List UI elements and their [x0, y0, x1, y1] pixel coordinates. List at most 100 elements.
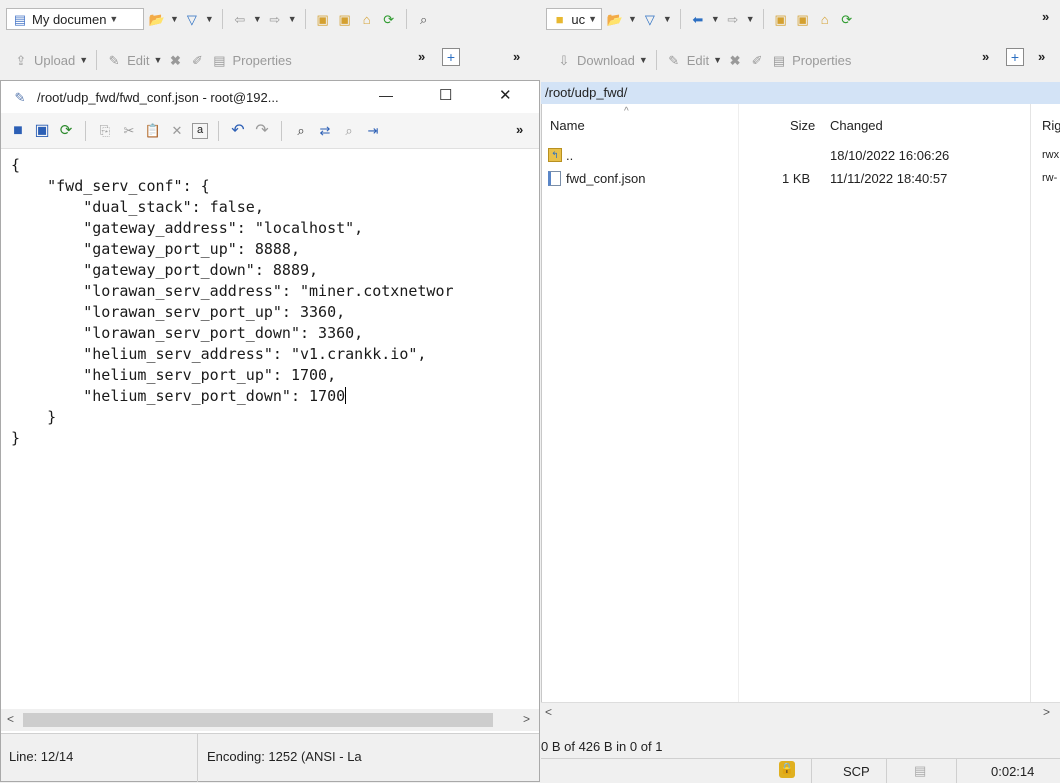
delete-icon[interactable]: ✖: [166, 51, 184, 69]
editor-title-bar[interactable]: ✎ /root/udp_fwd/fwd_conf.json - root@192…: [1, 81, 539, 113]
properties-button[interactable]: Properties: [232, 53, 291, 68]
column-header-name[interactable]: Name: [550, 118, 585, 133]
chevron-down-icon[interactable]: ▼: [639, 55, 648, 65]
new-icon[interactable]: +: [1006, 48, 1024, 66]
paste-icon[interactable]: 📋: [144, 122, 162, 140]
back-icon[interactable]: ⇦: [231, 10, 249, 28]
root-directory-icon[interactable]: ▣: [794, 10, 812, 28]
root-directory-icon[interactable]: ▣: [336, 10, 354, 28]
redo-icon[interactable]: ↷: [253, 122, 271, 140]
chevron-down-icon[interactable]: ▼: [79, 55, 88, 65]
refresh-icon[interactable]: ⟳: [838, 10, 856, 28]
remote-path-bar: /root/udp_fwd/: [541, 82, 1060, 104]
save-all-icon[interactable]: ▣: [33, 122, 51, 140]
go-to-line-icon[interactable]: ⇥: [364, 122, 382, 140]
left-toolbar-overflow-2[interactable]: »: [513, 49, 520, 64]
left-nav-toolbar: ▤ My documen ▼ 📂 ▼ ▽ ▼ ⇦ ▼ ⇨ ▼ ▣ ▣ ⌂ ⟳ ⌕: [6, 6, 433, 32]
forward-icon[interactable]: ⇨: [724, 10, 742, 28]
properties-icon: ▤: [772, 52, 786, 68]
save-icon[interactable]: ■: [9, 122, 27, 140]
code-line: }: [11, 408, 57, 426]
chevron-down-icon[interactable]: ▼: [205, 14, 214, 24]
undo-icon[interactable]: ↶: [229, 122, 247, 140]
download-button[interactable]: Download: [577, 53, 635, 68]
reload-icon[interactable]: ⟳: [57, 122, 75, 140]
properties-button[interactable]: Properties: [792, 53, 851, 68]
file-name: ..: [566, 147, 574, 163]
left-location-combo[interactable]: ▤ My documen ▼: [6, 8, 144, 30]
separator: [655, 50, 657, 70]
edit-button[interactable]: Edit: [127, 53, 149, 68]
chevron-down-icon[interactable]: ▼: [663, 14, 672, 24]
upload-button[interactable]: Upload: [34, 53, 75, 68]
open-folder-icon[interactable]: 📂: [606, 10, 624, 28]
column-header-changed[interactable]: Changed: [830, 118, 883, 133]
minimize-button[interactable]: —: [379, 87, 393, 103]
column-header-rights[interactable]: Rig: [1042, 118, 1060, 133]
right-toolbar-overflow[interactable]: »: [982, 49, 989, 64]
selection-status: 0 B of 426 B in 0 of 1: [541, 739, 663, 754]
find-icon[interactable]: ⌕: [292, 122, 310, 140]
close-button[interactable]: ✕: [499, 86, 512, 104]
maximize-button[interactable]: ☐: [439, 86, 452, 104]
delete-icon[interactable]: ✖: [726, 51, 744, 69]
left-toolbar-overflow[interactable]: »: [418, 49, 425, 64]
status-encoding: Encoding: 1252 (ANSI - La: [207, 749, 362, 764]
rename-icon[interactable]: ✐: [748, 51, 766, 69]
chevron-down-icon[interactable]: ▼: [628, 14, 637, 24]
editor-toolbar-overflow[interactable]: »: [516, 122, 523, 137]
separator: [886, 759, 887, 783]
parent-directory-icon[interactable]: ▣: [772, 10, 790, 28]
remote-horizontal-scrollbar[interactable]: < >: [541, 702, 1060, 722]
chevron-down-icon[interactable]: ▼: [288, 14, 297, 24]
editor-horizontal-scrollbar[interactable]: < >: [1, 709, 539, 731]
scroll-left-icon[interactable]: <: [545, 705, 552, 719]
find-files-icon[interactable]: ⌕: [415, 10, 433, 28]
open-folder-icon[interactable]: 📂: [148, 10, 166, 28]
scrollbar-thumb[interactable]: [23, 713, 493, 727]
scroll-right-icon[interactable]: >: [1043, 705, 1050, 719]
filter-icon[interactable]: ▽: [183, 10, 201, 28]
cut-icon[interactable]: ✂: [120, 122, 138, 140]
right-toolbar-overflow[interactable]: »: [1042, 9, 1049, 24]
sort-ascending-icon: ^: [624, 106, 629, 117]
right-location-combo[interactable]: ■ uc ▼: [546, 8, 602, 30]
right-toolbar-overflow-2[interactable]: »: [1038, 49, 1045, 64]
replace-icon[interactable]: ⇄: [316, 122, 334, 140]
separator: [197, 734, 198, 782]
forward-icon[interactable]: ⇨: [266, 10, 284, 28]
list-item[interactable]: ↰ .. 18/10/2022 16:06:26 rwx: [542, 144, 1060, 166]
column-header-size[interactable]: Size: [790, 118, 815, 133]
rename-icon[interactable]: ✐: [188, 51, 206, 69]
editor-window: ✎ /root/udp_fwd/fwd_conf.json - root@192…: [0, 80, 540, 782]
remote-path-label: /root/udp_fwd/: [545, 85, 628, 100]
delete-icon[interactable]: ✕: [168, 122, 186, 140]
new-icon[interactable]: +: [442, 48, 460, 66]
copy-icon[interactable]: ⎘: [96, 122, 114, 140]
select-all-icon[interactable]: a: [192, 122, 208, 139]
parent-directory-icon[interactable]: ▣: [314, 10, 332, 28]
back-icon[interactable]: ⬅: [689, 10, 707, 28]
editor-content[interactable]: { "fwd_serv_conf": { "dual_stack": false…: [1, 149, 539, 449]
edit-button[interactable]: Edit: [687, 53, 709, 68]
home-icon[interactable]: ⌂: [358, 10, 376, 28]
find-next-icon[interactable]: ⌕: [340, 122, 358, 140]
refresh-icon[interactable]: ⟳: [380, 10, 398, 28]
chevron-down-icon[interactable]: ▼: [713, 55, 722, 65]
home-icon[interactable]: ⌂: [816, 10, 834, 28]
left-file-toolbar: ⇪ Upload ▼ ✎ Edit ▼ ✖ ✐ ▤ Properties: [12, 48, 292, 72]
file-changed: 18/10/2022 16:06:26: [830, 147, 950, 163]
editor-text-area[interactable]: { "fwd_serv_conf": { "dual_stack": false…: [1, 149, 539, 709]
scroll-left-icon[interactable]: <: [7, 712, 14, 726]
chevron-down-icon[interactable]: ▼: [154, 55, 163, 65]
scroll-right-icon[interactable]: >: [523, 712, 530, 726]
list-item[interactable]: fwd_conf.json 1 KB 11/11/2022 18:40:57 r…: [542, 167, 1060, 189]
session-time: 0:02:14: [991, 764, 1035, 779]
right-nav-toolbar: ■ uc ▼ 📂 ▼ ▽ ▼ ⬅ ▼ ⇨ ▼ ▣ ▣ ⌂ ⟳: [546, 6, 856, 32]
chevron-down-icon[interactable]: ▼: [711, 14, 720, 24]
chevron-down-icon[interactable]: ▼: [170, 14, 179, 24]
right-location-label: uc: [571, 11, 586, 27]
chevron-down-icon[interactable]: ▼: [746, 14, 755, 24]
chevron-down-icon[interactable]: ▼: [253, 14, 262, 24]
filter-icon[interactable]: ▽: [641, 10, 659, 28]
